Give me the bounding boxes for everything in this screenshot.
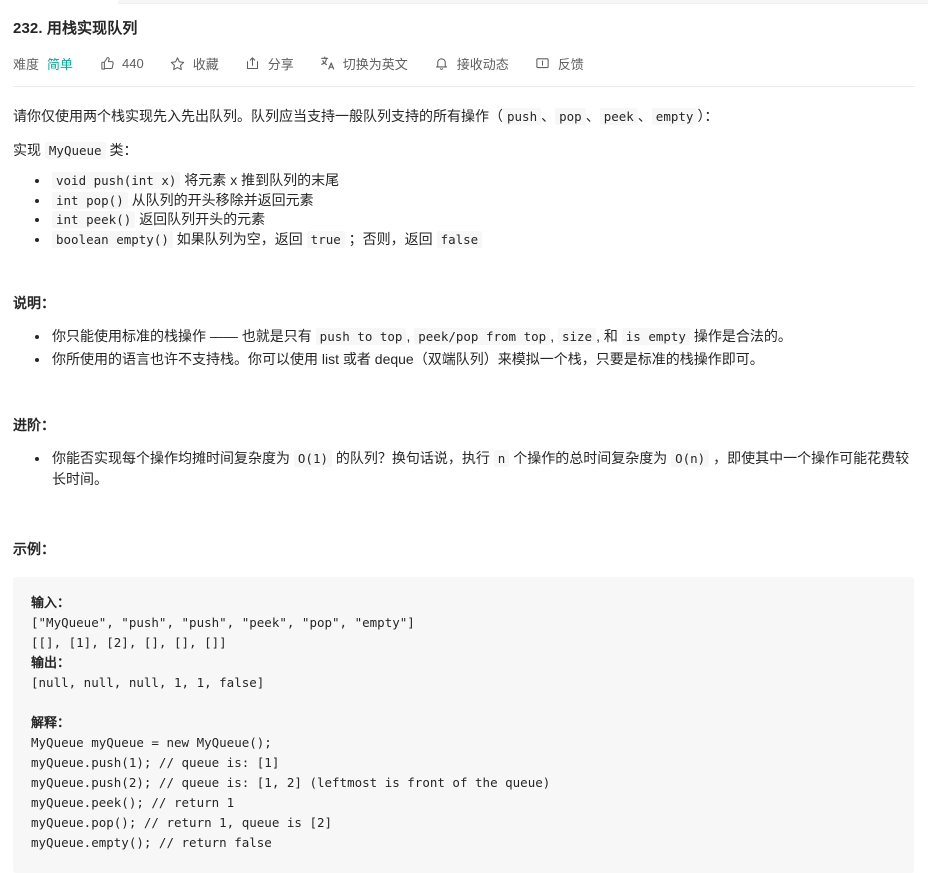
intro-paragraph: 请你仅使用两个栈实现先入先出队列。队列应当支持一般队列支持的所有操作（ push、… [13,103,915,130]
inline-code-on: O(n) [671,450,710,467]
note1-sep-3: , 和 [596,328,622,344]
feedback-button[interactable]: 反馈 [535,54,584,73]
problem-description: 请你仅使用两个栈实现先入先出队列。队列应当支持一般队列支持的所有操作（ push、… [13,87,915,873]
method-desc-peek: 返回队列开头的元素 [135,211,266,227]
difficulty-badge: 难度 简单 [13,54,73,73]
comment-icon [535,55,551,71]
example-heading: 示例： [13,541,55,557]
inline-code-peek: peek [599,108,638,125]
inline-code-myqueue: MyQueue [44,142,106,159]
list-item: int pop() 从队列的开头移除并返回元素 [50,191,915,211]
example-output-line: [null, null, null, 1, 1, false] [31,675,265,690]
method-signature-pop: int pop() [52,191,128,209]
example-section: 示例： 输入： ["MyQueue", "push", "push", "pee… [13,491,915,873]
example-explain-line: myQueue.pop(); // return 1, queue is [2] [31,815,333,830]
method-desc-empty-a: 如果队列为空，返回 [172,230,307,247]
notes-section: 说明： 你只能使用标准的栈操作 —— 也就是只有 push to top, pe… [13,249,915,369]
inline-code-push: push [503,108,542,125]
share-button[interactable]: 分享 [245,54,294,73]
example-explain-line: myQueue.push(2); // queue is: [1, 2] (le… [31,775,551,790]
inline-code-peek-pop-from-top: peek/pop from top [414,328,551,345]
advanced-section: 进阶： 你能否实现每个操作均摊时间复杂度为 O(1) 的队列？换句话说，执行 n… [13,371,915,489]
example-explain-line: myQueue.empty(); // return false [31,835,272,850]
translate-icon [320,55,336,71]
inline-code-true: true [306,230,345,248]
like-count: 440 [122,55,144,71]
intro-text-a: 请你仅使用两个栈实现先入先出队列。队列应当支持一般队列支持的所有操作（ [13,108,503,124]
translate-label: 切换为英文 [342,56,408,72]
advanced-heading: 进阶： [13,417,55,433]
inline-code-size: size [557,328,597,345]
problem-page: 232. 用栈实现队列 难度 简单 440 收藏 分享 切换为英文 接收动态 反… [0,0,928,873]
notes-heading: 说明： [13,295,55,311]
subscribe-label: 接收动态 [456,56,509,72]
inline-code-pop: pop [555,108,586,125]
method-desc-pop: 从队列的开头移除并返回元素 [127,191,314,208]
method-signature-peek: int peek() [52,211,136,228]
notes-list: 你只能使用标准的栈操作 —— 也就是只有 push to top, peek/p… [13,326,915,369]
advanced-text-a: 你能否实现每个操作均摊时间复杂度为 [52,450,294,466]
method-signature-push: void push(int x) [52,172,181,189]
intro-sep-3: 、 [637,108,652,124]
inline-code-empty: empty [651,108,698,125]
advanced-list: 你能否实现每个操作均摊时间复杂度为 O(1) 的队列？换句话说，执行 n 个操作… [13,448,915,489]
advanced-text-b: 的队列？换句话说，执行 [332,450,494,466]
difficulty-value: 简单 [47,56,74,72]
list-item: void push(int x) 将元素 x 推到队列的末尾 [50,171,915,191]
list-item: boolean empty() 如果队列为空，返回 true ；否则，返回 fa… [50,230,915,250]
example-input-line: ["MyQueue", "push", "push", "peek", "pop… [31,615,415,630]
example-explain-label: 解释： [31,715,71,730]
like-button[interactable]: 440 [99,55,144,71]
problem-toolbar: 难度 简单 440 收藏 分享 切换为英文 接收动态 反馈 [13,48,915,78]
note2-text: 你所使用的语言也许不支持栈。你可以使用 list 或者 deque（双端队列）来… [52,351,764,367]
inline-code-is-empty: is empty [621,328,690,345]
feedback-label: 反馈 [557,56,584,72]
list-item: int peek() 返回队列开头的元素 [50,210,915,230]
inline-code-n: n [493,450,510,467]
page-title: 232. 用栈实现队列 [13,20,138,37]
method-desc-empty-b: ；否则，返回 [344,230,437,247]
thumbs-up-icon [99,55,115,71]
example-code-block: 输入： ["MyQueue", "push", "push", "peek", … [13,577,914,873]
list-item: 你所使用的语言也许不支持栈。你可以使用 list 或者 deque（双端队列）来… [50,349,915,369]
share-icon [245,55,261,71]
list-item: 你只能使用标准的栈操作 —— 也就是只有 push to top, peek/p… [50,326,915,347]
note1-text-b: 操作是合法的。 [689,328,792,344]
star-icon [170,55,186,71]
share-label: 分享 [267,56,294,72]
example-explain-line: MyQueue myQueue = new MyQueue(); [31,735,272,750]
implement-text-b: 类： [105,142,138,158]
inline-code-false: false [436,230,483,248]
code-block-spacer [31,693,896,713]
implement-paragraph: 实现 MyQueue 类： [13,137,915,164]
inline-code-o1: O(1) [293,450,332,467]
advanced-text-c: 个操作的总时间复杂度为 [509,450,672,466]
favorite-button[interactable]: 收藏 [170,54,219,73]
translate-button[interactable]: 切换为英文 [320,54,408,73]
note1-sep-2: , [550,328,558,344]
bell-icon [434,55,450,71]
subscribe-button[interactable]: 接收动态 [434,54,509,73]
example-input-label: 输入： [31,595,71,610]
difficulty-label: 难度 [13,56,40,72]
example-explain-line: myQueue.peek(); // return 1 [31,795,235,810]
example-input-line: [[], [1], [2], [], [], []] [31,635,227,650]
method-list: void push(int x) 将元素 x 推到队列的末尾 int pop()… [13,171,915,249]
implement-text-a: 实现 [13,142,45,158]
intro-text-b: ）： [697,108,719,124]
note1-text-a: 你只能使用标准的栈操作 —— 也就是只有 [52,328,316,344]
example-explain-line: myQueue.push(1); // queue is: [1] [31,755,280,770]
intro-sep-1: 、 [541,108,556,124]
list-item: 你能否实现每个操作均摊时间复杂度为 O(1) 的队列？换句话说，执行 n 个操作… [50,448,915,489]
example-output-label: 输出： [31,655,71,670]
method-desc-push: 将元素 x 推到队列的末尾 [180,172,340,188]
favorite-label: 收藏 [192,56,219,72]
method-signature-empty: boolean empty() [52,230,173,248]
inline-code-push-to-top: push to top [315,328,407,345]
intro-sep-2: 、 [585,108,600,124]
